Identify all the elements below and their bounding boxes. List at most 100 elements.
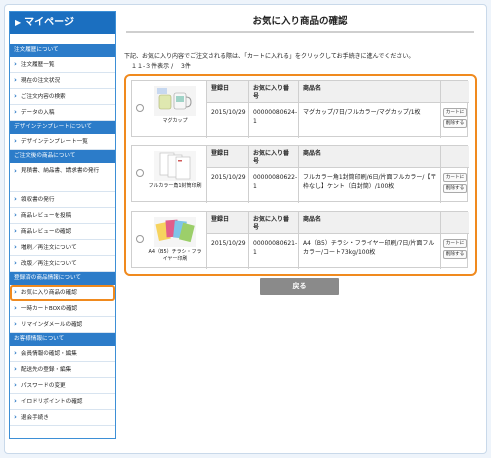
sidebar-item-template-list[interactable]: › デザインテンプレート一覧 [10,134,115,150]
header-name: 商品名 [299,81,441,103]
add-to-cart-button[interactable]: カートに [443,108,467,117]
item-details: 登録日 お気に入り番号 商品名 2015/10/29 00000080624-1… [206,81,441,138]
sidebar-item-member-info[interactable]: › 会員情報の確認・編集 [10,346,115,362]
chevron-right-icon: › [14,195,17,203]
thumbnail-caption: マグカップ [162,118,188,124]
product-thumbnail[interactable]: A4（B5）チラシ・フライヤー印刷 [148,214,202,266]
product-thumbnail[interactable]: フルカラー角1封筒印刷 [148,148,202,200]
header-number: お気に入り番号 [249,212,299,234]
sidebar-item-label: 改版／再注文について [20,261,77,267]
header-name: 商品名 [299,146,441,168]
thumbnail-caption: フルカラー角1封筒印刷 [148,183,202,189]
sidebar-item-reminder[interactable]: › リマインダメールの確認 [10,317,115,333]
item-number: 00000080621-1 [249,234,299,269]
item-date: 2015/10/29 [207,234,249,269]
sidebar-item-label: 商品レビューの確認 [20,229,72,235]
sidebar-item-data-upload[interactable]: › データの入稿 [10,105,115,121]
sidebar-item-password[interactable]: › パスワードの変更 [10,378,115,394]
header-date: 登録日 [207,81,249,103]
sidebar-item-label: 注文履歴一覧 [20,62,55,68]
item-date: 2015/10/29 [207,168,249,203]
chevron-right-icon: › [14,227,17,235]
select-radio[interactable] [136,104,144,112]
chevron-right-icon: › [14,349,17,357]
instruction-text: 下記、お気に入り内容でご注文される際は、「カートに入れる」をクリックしてお手続き… [124,53,415,60]
header-number: お気に入り番号 [249,81,299,103]
delete-button[interactable]: 削除する [443,250,467,259]
chevron-right-icon: › [14,60,17,68]
sidebar-item-check-review[interactable]: › 商品レビューの確認 [10,224,115,240]
sidebar-item-reprint[interactable]: › 増刷／再注文について [10,240,115,256]
sidebar-item-invoices[interactable]: › 見積書、納品書、請求書の発行 [10,163,115,192]
sidebar-section-after-order: ご注文後の商品について [10,150,115,163]
title-bar: お気に入り商品の確認 [126,13,474,33]
sidebar-item-shipping[interactable]: › 配送先の登録・編集 [10,362,115,378]
sidebar-nav: ▶ マイページ 注文履歴について › 注文履歴一覧 › 現在の注文状況 › ご注文内容の… [9,11,116,439]
sidebar-item-label: 現在の注文状況 [20,78,61,84]
sidebar-item-label: 会員情報の確認・編集 [20,351,77,357]
chevron-right-icon: › [14,320,17,328]
sidebar-section-templates: デザインテンプレートについて [10,121,115,134]
sidebar-item-favorites[interactable]: › お気に入り商品の確認 [10,285,115,301]
item-details: 登録日 お気に入り番号 商品名 2015/10/29 00000080621-1… [206,212,441,269]
sidebar-item-label: イロドリポイントの確認 [20,399,83,405]
item-actions: カートに 削除する [440,146,469,203]
sidebar-section-orders: 注文履歴について [10,44,115,57]
sidebar-item-label: デザインテンプレート一覧 [20,139,88,145]
actions-header [441,146,469,168]
sidebar-item-label: ご注文内容の検索 [20,94,66,100]
sidebar-item-withdraw[interactable]: › 退会手続き [10,410,115,426]
chevron-right-icon: › [14,381,17,389]
item-name: フルカラー角1封筒印刷/6日/片面フルカラー/【〒枠なし】ケント（白封筒）/10… [303,174,437,190]
chevron-right-icon: › [14,211,17,219]
sidebar-bottom [10,426,115,438]
select-radio[interactable] [136,235,144,243]
favorite-item: マグカップ 登録日 お気に入り番号 商品名 2015/10/29 0000008… [131,80,469,138]
sidebar-item-points[interactable]: › イロドリポイントの確認 [10,394,115,410]
sidebar-item-label: パスワードの変更 [20,383,66,389]
sidebar-item-revision[interactable]: › 改版／再注文について [10,256,115,272]
product-thumbnail[interactable]: マグカップ [148,83,202,135]
sidebar-item-receipt[interactable]: › 領収書の発行 [10,192,115,208]
actions-header [441,212,469,234]
sidebar-item-label: お気に入り商品の確認 [20,290,77,296]
triangle-right-icon: ▶ [15,18,22,27]
sidebar-item-cart-box[interactable]: › 一時カートBOXの確認 [10,301,115,317]
sidebar-section-saved: 登録済の商品情報について [10,272,115,285]
chevron-right-icon: › [14,413,17,421]
favorite-item: A4（B5）チラシ・フライヤー印刷 登録日 お気に入り番号 商品名 2015/1… [131,211,469,269]
select-radio[interactable] [136,169,144,177]
sidebar-item-order-history[interactable]: › 注文履歴一覧 [10,57,115,73]
sidebar-item-order-search[interactable]: › ご注文内容の検索 [10,89,115,105]
item-actions: カートに 削除する [440,212,469,269]
sidebar-item-label: リマインダメールの確認 [20,322,83,328]
mug-image-icon [154,86,196,116]
chevron-right-icon: › [14,365,17,373]
item-date: 2015/10/29 [207,103,249,138]
sidebar-item-label: 商品レビューを投稿 [20,213,72,219]
chevron-right-icon: › [14,259,17,267]
result-count: １１-３件表示 / 3件 [131,63,191,70]
chevron-right-icon: › [14,108,17,116]
chevron-right-icon: › [14,137,17,145]
sidebar-item-label: データの入稿 [20,110,55,116]
actions-header [441,81,469,103]
sidebar-item-label: 退会手続き [20,415,49,421]
add-to-cart-button[interactable]: カートに [443,173,467,182]
sidebar-item-order-status[interactable]: › 現在の注文状況 [10,73,115,89]
back-button[interactable]: 戻る [260,278,339,295]
sidebar-item-post-review[interactable]: › 商品レビューを投稿 [10,208,115,224]
header-date: 登録日 [207,146,249,168]
sidebar-item-label: 見積書、納品書、請求書の発行 [20,168,100,174]
sidebar-header[interactable]: ▶ マイページ [10,12,115,34]
add-to-cart-button[interactable]: カートに [443,239,467,248]
delete-button[interactable]: 削除する [443,119,467,128]
header-name: 商品名 [299,212,441,234]
item-name: マグカップ/7日/フルカラー/マグカップ/1枚 [303,109,421,116]
flyer-image-icon [154,217,196,247]
item-name: A4（B5）チラシ・フライヤー印刷/7日/片面フルカラー/コート73kg/100… [303,240,435,256]
delete-button[interactable]: 削除する [443,184,467,193]
thumbnail-caption: A4（B5）チラシ・フライヤー印刷 [148,249,202,262]
item-details: 登録日 お気に入り番号 商品名 2015/10/29 00000080622-1… [206,146,441,203]
sidebar-item-label: 配送先の登録・編集 [20,367,72,373]
